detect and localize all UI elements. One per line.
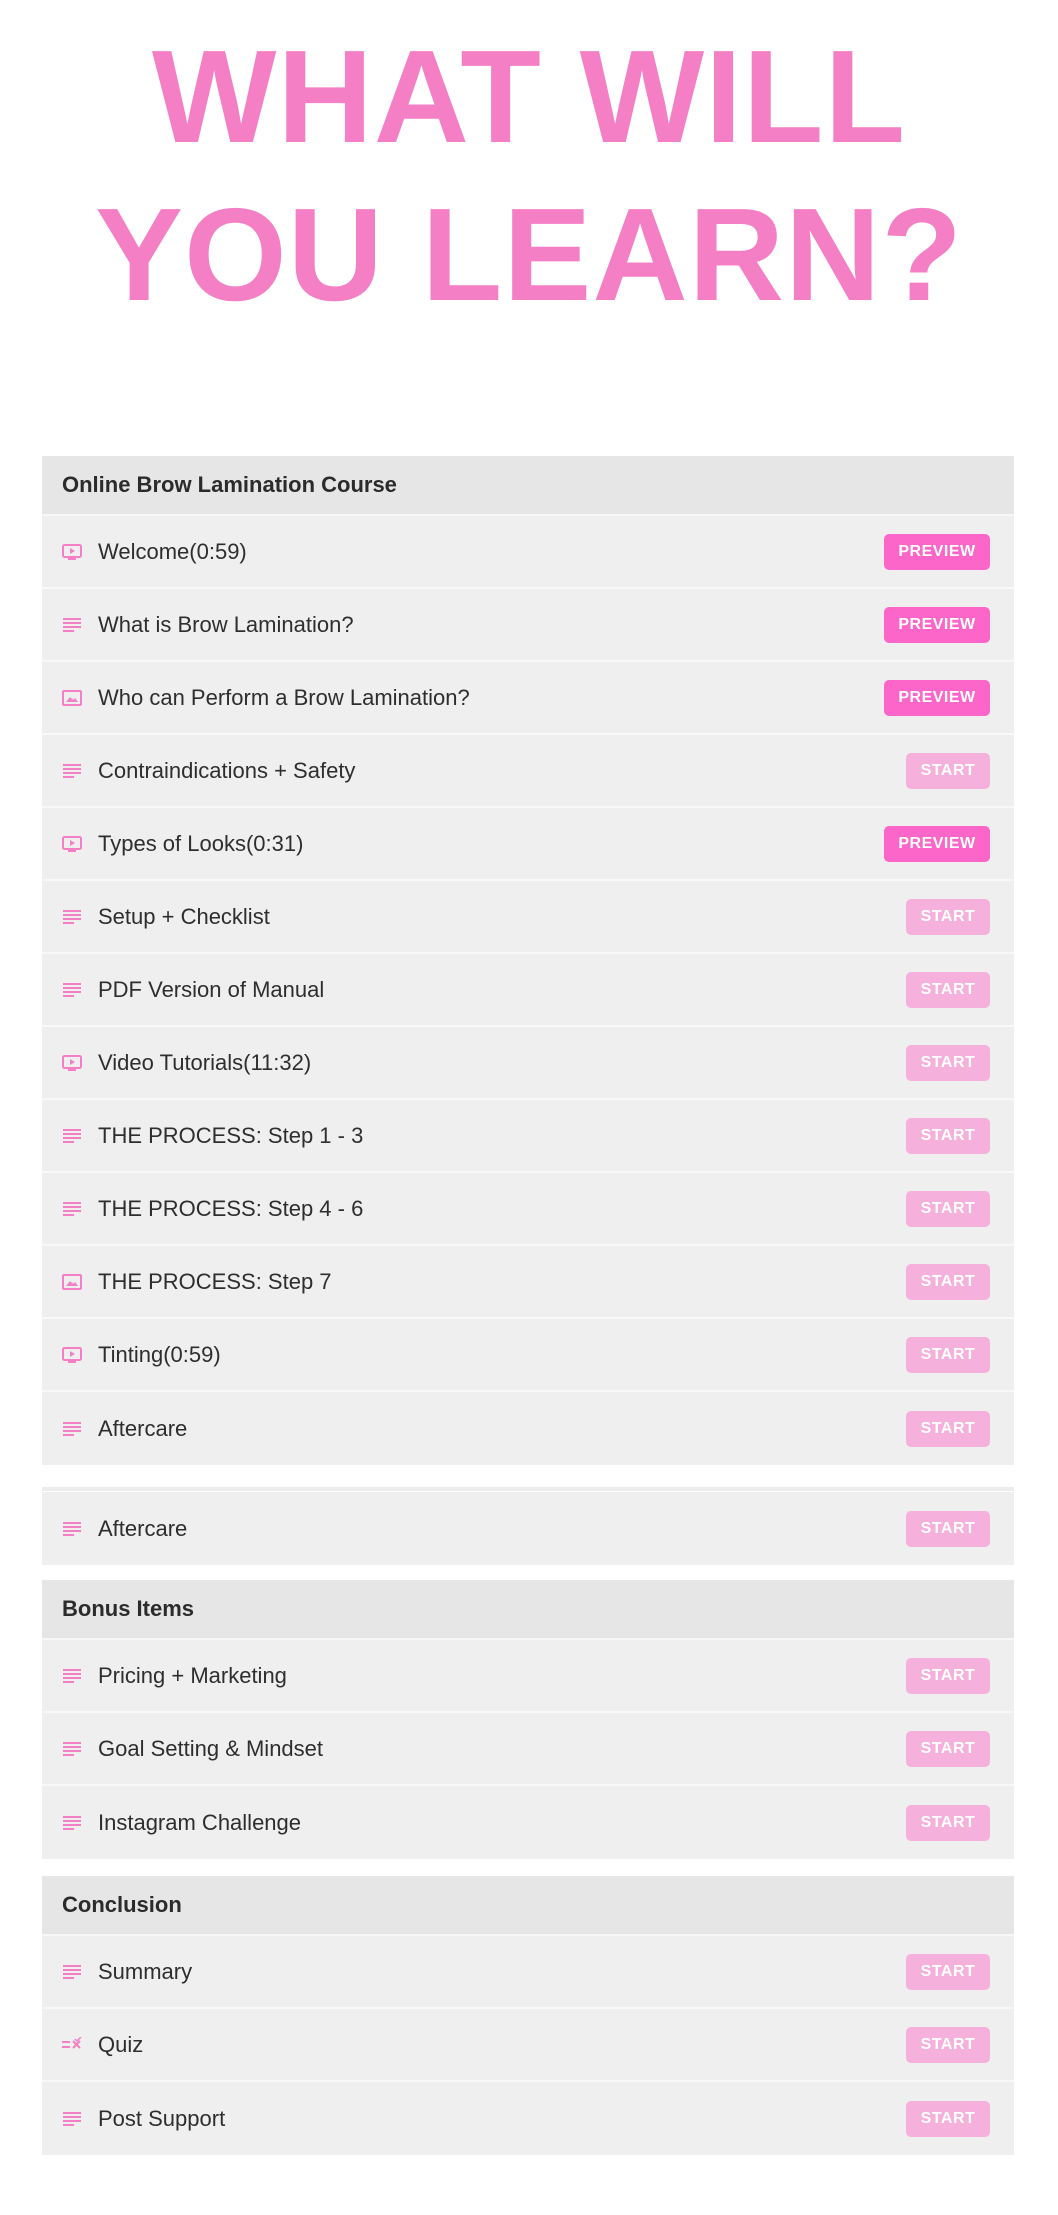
text-lines-icon xyxy=(62,615,82,635)
preview-button[interactable]: PREVIEW xyxy=(884,825,990,862)
video-icon xyxy=(62,1053,82,1073)
lesson-title[interactable]: PDF Version of Manual xyxy=(98,977,906,1003)
lesson-row-summary[interactable]: Summary START xyxy=(42,1936,1014,2009)
text-lines-icon xyxy=(62,1962,82,1982)
lesson-row-the-process-step-1-3[interactable]: THE PROCESS: Step 1 - 3 START xyxy=(42,1100,1014,1173)
lesson-title[interactable]: Contraindications + Safety xyxy=(98,758,906,784)
lesson-row-pdf-version-of-manual[interactable]: PDF Version of Manual START xyxy=(42,954,1014,1027)
text-lines-icon xyxy=(62,980,82,1000)
start-button[interactable]: START xyxy=(906,752,990,789)
text-lines-icon xyxy=(62,1739,82,1759)
start-button[interactable]: START xyxy=(906,1510,990,1547)
lesson-row-types-of-looks-0-31[interactable]: Types of Looks(0:31) PREVIEW xyxy=(42,808,1014,881)
lesson-title[interactable]: Goal Setting & Mindset xyxy=(98,1736,906,1762)
lesson-row-setup-checklist[interactable]: Setup + Checklist START xyxy=(42,881,1014,954)
start-button[interactable]: START xyxy=(906,2100,990,2137)
start-button[interactable]: START xyxy=(906,1190,990,1227)
lesson-row-the-process-step-7[interactable]: THE PROCESS: Step 7 START xyxy=(42,1246,1014,1319)
lesson-title[interactable]: Quiz xyxy=(98,2032,906,2058)
image-icon xyxy=(62,1272,82,1292)
lesson-title[interactable]: THE PROCESS: Step 4 - 6 xyxy=(98,1196,906,1222)
preview-button[interactable]: PREVIEW xyxy=(884,679,990,716)
lesson-row-video-tutorials-11-32[interactable]: Video Tutorials(11:32) START xyxy=(42,1027,1014,1100)
lesson-title[interactable]: Types of Looks(0:31) xyxy=(98,831,884,857)
lesson-row-quiz[interactable]: Quiz START xyxy=(42,2009,1014,2082)
quiz-icon xyxy=(62,2035,82,2055)
lesson-title[interactable]: THE PROCESS: Step 1 - 3 xyxy=(98,1123,906,1149)
start-button[interactable]: START xyxy=(906,971,990,1008)
course-section: Online Brow Lamination Course Welcome(0:… xyxy=(42,456,1014,1465)
section-divider xyxy=(42,1487,1014,1491)
lesson-title[interactable]: Who can Perform a Brow Lamination? xyxy=(98,685,884,711)
lesson-row-tinting-0-59[interactable]: Tinting(0:59) START xyxy=(42,1319,1014,1392)
section-title: Online Brow Lamination Course xyxy=(42,456,1014,516)
lesson-title[interactable]: What is Brow Lamination? xyxy=(98,612,884,638)
lesson-title[interactable]: Post Support xyxy=(98,2106,906,2132)
bonus-section: Bonus Items Pricing + Marketing START Goal… xyxy=(42,1580,1014,1859)
text-lines-icon xyxy=(62,1199,82,1219)
start-button[interactable]: START xyxy=(906,1336,990,1373)
start-button[interactable]: START xyxy=(906,1117,990,1154)
text-lines-icon xyxy=(62,1519,82,1539)
video-icon xyxy=(62,1345,82,1365)
lesson-title[interactable]: Summary xyxy=(98,1959,906,1985)
conclusion-section: Conclusion Summary START Quiz START Post Sup… xyxy=(42,1876,1014,2155)
lesson-title[interactable]: Video Tutorials(11:32) xyxy=(98,1050,906,1076)
lesson-row-what-is-brow-lamination[interactable]: What is Brow Lamination? PREVIEW xyxy=(42,589,1014,662)
hero: WHAT WILL YOU LEARN? xyxy=(0,0,1058,334)
lesson-row-aftercare[interactable]: Aftercare START xyxy=(42,1392,1014,1465)
text-lines-icon xyxy=(62,1813,82,1833)
lesson-title[interactable]: Instagram Challenge xyxy=(98,1810,906,1836)
start-button[interactable]: START xyxy=(906,1730,990,1767)
lesson-title[interactable]: Welcome(0:59) xyxy=(98,539,884,565)
section-title: Conclusion xyxy=(42,1876,1014,1936)
start-button[interactable]: START xyxy=(906,2026,990,2063)
text-lines-icon xyxy=(62,1126,82,1146)
video-icon xyxy=(62,834,82,854)
lesson-title[interactable]: Aftercare xyxy=(98,1516,906,1542)
lesson-title[interactable]: THE PROCESS: Step 7 xyxy=(98,1269,906,1295)
lesson-row-welcome-0-59[interactable]: Welcome(0:59) PREVIEW xyxy=(42,516,1014,589)
start-button[interactable]: START xyxy=(906,898,990,935)
start-button[interactable]: START xyxy=(906,1804,990,1841)
lesson-title[interactable]: Tinting(0:59) xyxy=(98,1342,906,1368)
text-lines-icon xyxy=(62,1666,82,1686)
lesson-title[interactable]: Setup + Checklist xyxy=(98,904,906,930)
lesson-row-pricing-marketing[interactable]: Pricing + Marketing START xyxy=(42,1640,1014,1713)
start-button[interactable]: START xyxy=(906,1657,990,1694)
lesson-row-aftercare[interactable]: Aftercare START xyxy=(42,1492,1014,1565)
preview-button[interactable]: PREVIEW xyxy=(884,606,990,643)
lesson-title[interactable]: Aftercare xyxy=(98,1416,906,1442)
start-button[interactable]: START xyxy=(906,1263,990,1300)
start-button[interactable]: START xyxy=(906,1044,990,1081)
hero-title: WHAT WILL YOU LEARN? xyxy=(95,23,963,328)
lesson-title[interactable]: Pricing + Marketing xyxy=(98,1663,906,1689)
text-lines-icon xyxy=(62,761,82,781)
lesson-row-the-process-step-4-6[interactable]: THE PROCESS: Step 4 - 6 START xyxy=(42,1173,1014,1246)
text-lines-icon xyxy=(62,1419,82,1439)
lesson-row-instagram-challenge[interactable]: Instagram Challenge START xyxy=(42,1786,1014,1859)
lesson-row-contraindications-safety[interactable]: Contraindications + Safety START xyxy=(42,735,1014,808)
start-button[interactable]: START xyxy=(906,1410,990,1447)
video-icon xyxy=(62,542,82,562)
text-lines-icon xyxy=(62,907,82,927)
preview-button[interactable]: PREVIEW xyxy=(884,533,990,570)
lesson-row-who-can-perform-a-brow-lamination[interactable]: Who can Perform a Brow Lamination? PREVIE… xyxy=(42,662,1014,735)
lesson-row-post-support[interactable]: Post Support START xyxy=(42,2082,1014,2155)
lesson-row-goal-setting-mindset[interactable]: Goal Setting & Mindset START xyxy=(42,1713,1014,1786)
extra-section: Aftercare START xyxy=(42,1492,1014,1565)
start-button[interactable]: START xyxy=(906,1953,990,1990)
image-icon xyxy=(62,688,82,708)
section-title: Bonus Items xyxy=(42,1580,1014,1640)
text-lines-icon xyxy=(62,2109,82,2129)
